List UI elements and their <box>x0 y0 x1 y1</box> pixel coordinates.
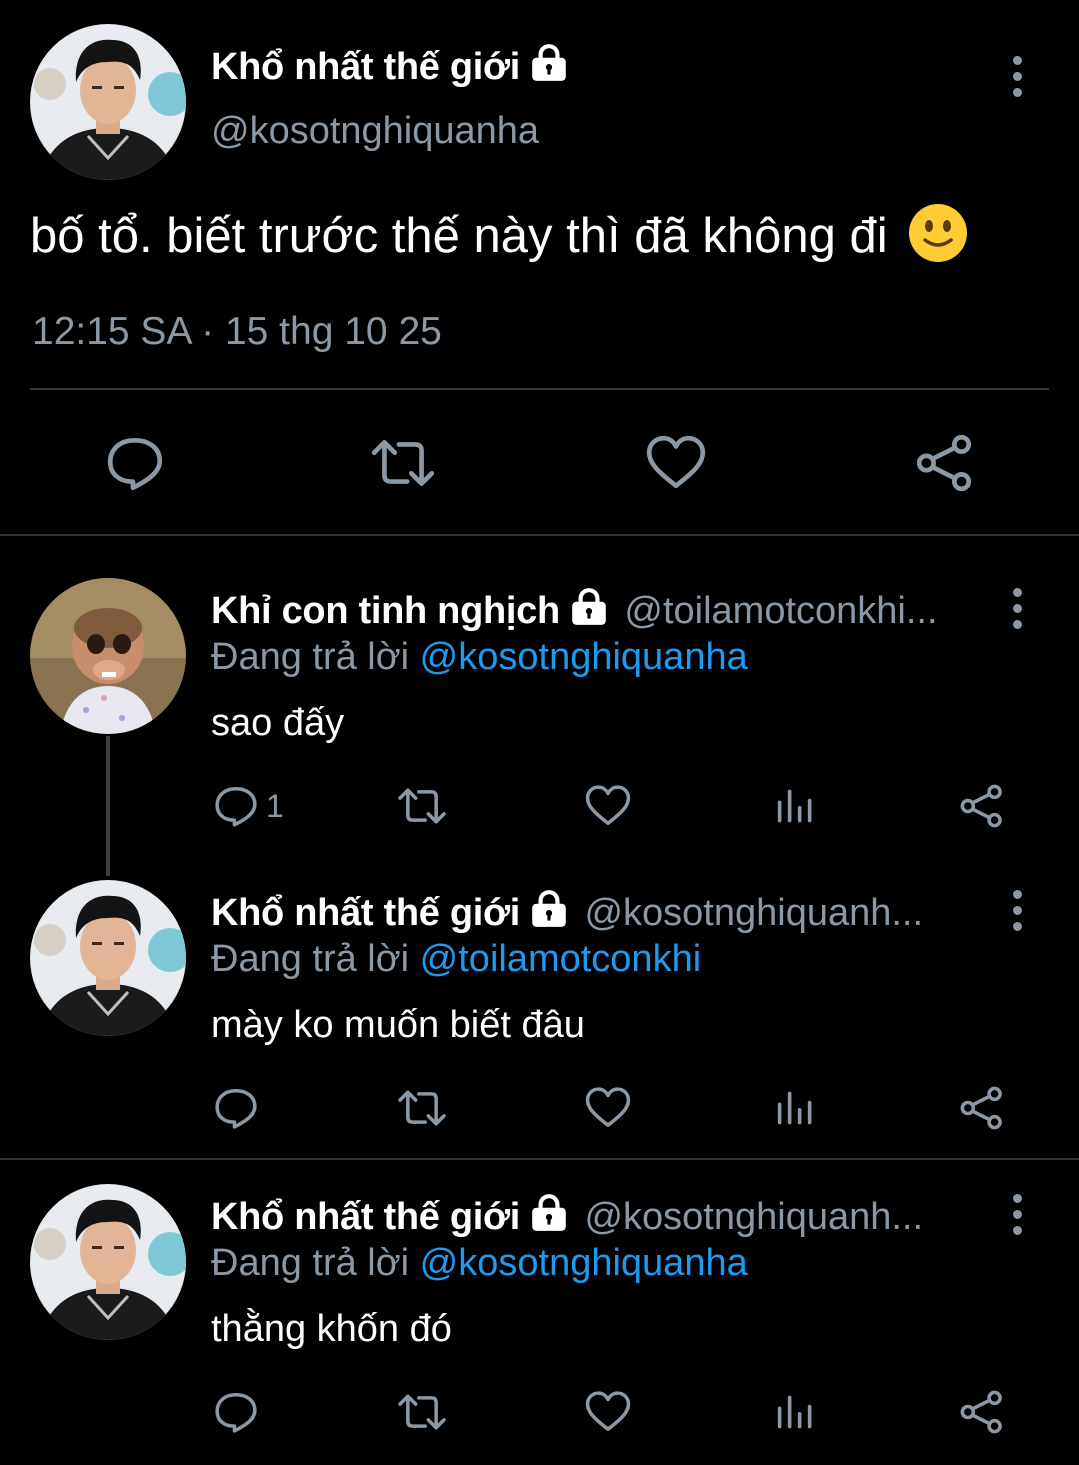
reply-text: sao đấy <box>211 702 345 744</box>
reply-handle[interactable]: @toilamotconkhi... <box>624 590 937 632</box>
author-avatar[interactable] <box>30 24 186 180</box>
thread-connector-line <box>106 736 110 876</box>
author-handle[interactable]: @kosotnghiquanha <box>211 110 539 153</box>
reply-display-name[interactable]: Khổ nhất thế giới <box>211 892 520 934</box>
more-options-icon[interactable] <box>1009 1194 1025 1242</box>
retweet-icon <box>396 784 448 828</box>
reply-count: 1 <box>266 787 284 824</box>
share-icon <box>958 784 1006 828</box>
retweet-icon <box>396 1390 448 1434</box>
reply-avatar[interactable] <box>30 880 186 1036</box>
replying-to-mention[interactable]: @kosotnghiquanha <box>420 1242 748 1284</box>
slightly-smiling-face-emoji <box>909 204 968 262</box>
monkey-avatar-image <box>30 578 186 734</box>
reply-icon <box>104 434 166 492</box>
reply-display-name[interactable]: Khổ nhất thế giới <box>211 1196 520 1238</box>
share-button[interactable] <box>914 434 976 492</box>
reply-avatar[interactable] <box>30 578 186 734</box>
retweet-button[interactable] <box>396 784 448 828</box>
more-options-icon[interactable] <box>1009 588 1025 636</box>
reply-button[interactable] <box>212 1390 260 1434</box>
share-icon <box>958 1390 1006 1434</box>
views-icon <box>776 1392 816 1432</box>
reply-button[interactable] <box>212 1086 260 1130</box>
reply-header: Khổ nhất thế giới @kosotnghiquanh... <box>211 890 923 935</box>
retweet-icon <box>396 1086 448 1130</box>
section-divider <box>0 1158 1079 1160</box>
heart-icon <box>645 434 707 492</box>
reply-header: Khỉ con tinh nghịch @toilamotconkhi... <box>211 588 938 633</box>
views-icon <box>776 1088 816 1128</box>
reply-icon <box>212 1390 260 1434</box>
tweet-text-body: bố tổ. biết trước thế này thì đã không đ… <box>30 209 888 263</box>
lock-icon <box>568 588 610 626</box>
lock-icon <box>528 1194 570 1232</box>
heart-icon <box>584 1086 632 1130</box>
reply-avatar[interactable] <box>30 1184 186 1340</box>
like-button[interactable] <box>645 434 707 492</box>
man-avatar-image <box>30 880 186 1036</box>
retweet-button[interactable] <box>370 434 436 492</box>
reply-button[interactable] <box>104 434 166 492</box>
reply-display-name[interactable]: Khỉ con tinh nghịch <box>211 590 560 632</box>
timestamp-divider <box>30 388 1049 390</box>
like-button[interactable] <box>584 1390 632 1434</box>
lock-icon <box>528 44 570 82</box>
retweet-button[interactable] <box>396 1390 448 1434</box>
replying-to-mention[interactable]: @kosotnghiquanha <box>420 636 748 678</box>
share-icon <box>958 1086 1006 1130</box>
reply-icon <box>212 1086 260 1130</box>
replying-to-line: Đang trả lời @kosotnghiquanha <box>211 636 748 679</box>
tweet-text: bố tổ. biết trước thế này thì đã không đ… <box>30 204 968 264</box>
reply-handle[interactable]: @kosotnghiquanh... <box>584 1196 923 1238</box>
share-button[interactable] <box>958 1086 1006 1130</box>
section-divider <box>0 534 1079 536</box>
reply-text: mày ko muốn biết đâu <box>211 1004 585 1046</box>
retweet-icon <box>370 434 436 492</box>
replying-to-prefix: Đang trả lời <box>211 1242 410 1284</box>
views-icon <box>776 786 816 826</box>
share-icon <box>914 434 976 492</box>
share-button[interactable] <box>958 1390 1006 1434</box>
man-avatar-image <box>30 1184 186 1340</box>
more-options-icon[interactable] <box>1009 890 1025 938</box>
reply-header: Khổ nhất thế giới @kosotnghiquanh... <box>211 1194 923 1239</box>
author-name-text: Khổ nhất thế giới <box>211 46 520 88</box>
lock-icon <box>528 890 570 928</box>
share-button[interactable] <box>958 784 1006 828</box>
man-avatar-image <box>30 24 186 180</box>
views-button[interactable] <box>776 1088 816 1128</box>
author-display-name[interactable]: Khổ nhất thế giới <box>211 44 570 89</box>
reply-button[interactable]: 1 <box>212 784 284 828</box>
replying-to-prefix: Đang trả lời <box>211 636 410 678</box>
more-options-icon[interactable] <box>1009 56 1025 104</box>
views-button[interactable] <box>776 786 816 826</box>
views-button[interactable] <box>776 1392 816 1432</box>
replying-to-line: Đang trả lời @kosotnghiquanha <box>211 1242 748 1285</box>
reply-icon <box>212 784 260 828</box>
heart-icon <box>584 784 632 828</box>
heart-icon <box>584 1390 632 1434</box>
replying-to-prefix: Đang trả lời <box>211 938 410 980</box>
like-button[interactable] <box>584 784 632 828</box>
replying-to-mention[interactable]: @toilamotconkhi <box>420 938 701 980</box>
tweet-timestamp[interactable]: 12:15 SA · 15 thg 10 25 <box>32 310 442 354</box>
replying-to-line: Đang trả lời @toilamotconkhi <box>211 938 701 981</box>
reply-handle[interactable]: @kosotnghiquanh... <box>584 892 923 934</box>
reply-text: thằng khốn đó <box>211 1308 452 1350</box>
retweet-button[interactable] <box>396 1086 448 1130</box>
like-button[interactable] <box>584 1086 632 1130</box>
